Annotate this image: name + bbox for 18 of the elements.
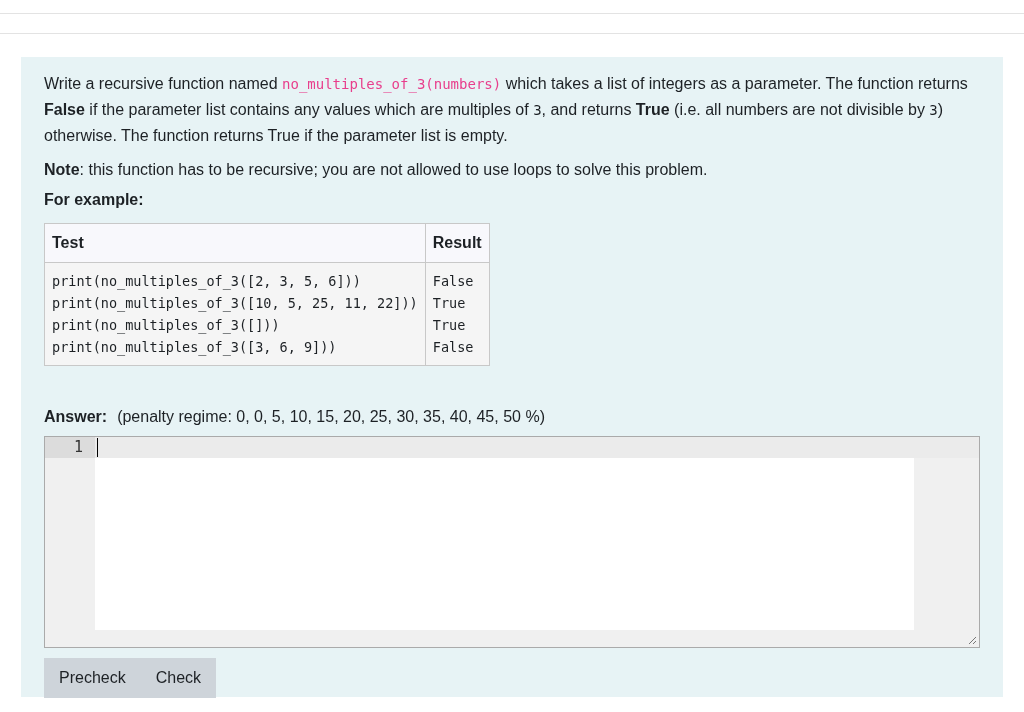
example-heading: For example: [44, 191, 145, 209]
table-cell: print(no_multiples_of_3([10, 5, 25, 11, 22])) [44, 292, 426, 314]
line-number: 1 [45, 437, 95, 458]
table-cell: print(no_multiples_of_3([])) [44, 314, 426, 336]
resize-handle-icon[interactable] [968, 636, 977, 645]
column-header: Test [44, 223, 426, 263]
answer-label: Answer: [44, 408, 108, 426]
table-cell: False [425, 336, 490, 366]
code-editor[interactable]: 1 [44, 436, 980, 648]
question-text: Write a recursive function named no_multiples_of_3(numbers) which takes a list of integers as a parameter. The function returns False if the parameter list contains any values which are multiples of 3, and returns True (i.e. all numbers are not divisible by 3) otherwise. The function returns True if the parameter list is empty. [44, 74, 969, 146]
penalty-text: (penalty regime: 0, 0, 5, 10, 15, 20, 25, 30, 35, 40, 45, 50 %) [117, 408, 545, 426]
column-header: Result [425, 223, 490, 263]
table-cell: False [425, 262, 490, 292]
table-cell: print(no_multiples_of_3([2, 3, 5, 6])) [44, 262, 426, 292]
table-cell: True [425, 292, 490, 314]
question-text: Note: this function has to be recursive; you are not allowed to use loops to solve this problem. [44, 160, 709, 180]
table-cell: print(no_multiples_of_3([3, 6, 9])) [44, 336, 426, 366]
table-cell: True [425, 314, 490, 336]
